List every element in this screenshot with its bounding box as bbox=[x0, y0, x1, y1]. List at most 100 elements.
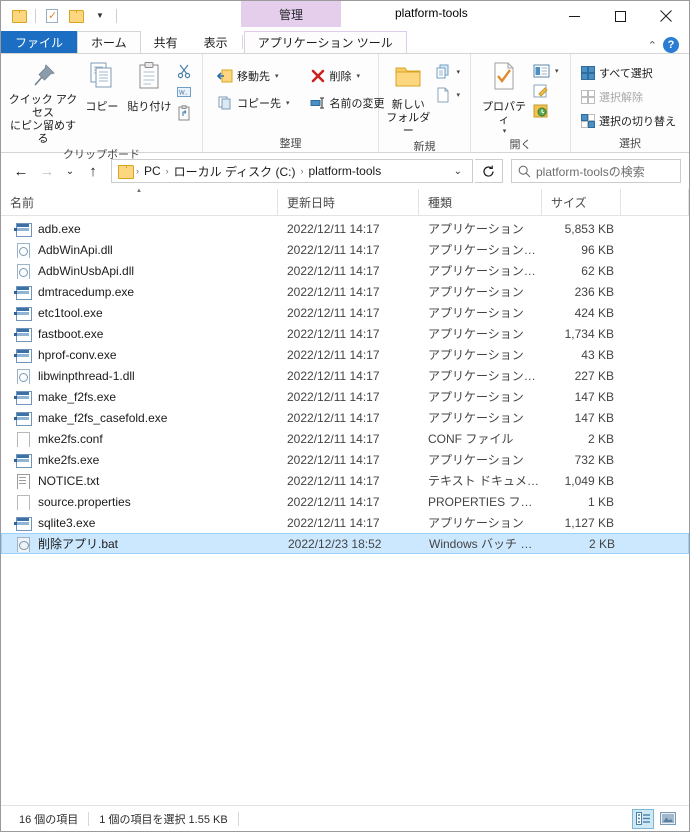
column-header-date[interactable]: 更新日時 bbox=[278, 189, 419, 216]
tab-view[interactable]: 表示 bbox=[191, 31, 241, 53]
open-with-button[interactable]: ▾ bbox=[531, 63, 563, 79]
breadcrumb-item-local-disk[interactable]: ローカル ディスク (C:) bbox=[170, 163, 300, 180]
window-title: platform-tools bbox=[395, 6, 468, 20]
history-button[interactable] bbox=[531, 103, 563, 119]
move-to-caret-icon[interactable]: ▾ bbox=[275, 72, 279, 80]
column-header-type[interactable]: 種類 bbox=[419, 189, 542, 216]
table-row[interactable]: hprof-conv.exe 2022/12/11 14:17 アプリケーション 43… bbox=[1, 344, 689, 365]
pin-to-quick-access-button[interactable]: クイック アクセス にピン留めする bbox=[7, 59, 79, 146]
new-folder-button[interactable]: 新しい フォルダー bbox=[383, 59, 433, 138]
file-name-label: source.properties bbox=[38, 494, 131, 509]
details-view-icon[interactable] bbox=[632, 808, 654, 829]
edit-button[interactable] bbox=[531, 83, 563, 99]
breadcrumb-item-platform-tools[interactable]: platform-tools bbox=[305, 164, 386, 178]
close-button[interactable] bbox=[643, 1, 689, 31]
table-row[interactable]: mke2fs.conf 2022/12/11 14:17 CONF ファイル 2 KB bbox=[1, 428, 689, 449]
easy-access-caret-icon[interactable]: ▾ bbox=[456, 91, 460, 99]
paste-shortcut-button[interactable] bbox=[174, 104, 196, 122]
large-icons-view-icon[interactable] bbox=[657, 809, 679, 829]
file-size-cell: 62 KB bbox=[581, 263, 614, 278]
qat-new-folder-icon[interactable] bbox=[66, 5, 86, 27]
easy-access-button[interactable]: ▾ bbox=[433, 86, 464, 104]
forward-button[interactable]: → bbox=[35, 159, 59, 183]
file-list[interactable]: adb.exe 2022/12/11 14:17 アプリケーション 5,853 KB A… bbox=[1, 216, 689, 805]
up-button[interactable]: ↑ bbox=[81, 159, 105, 183]
table-row[interactable]: 削除アプリ.bat 2022/12/23 18:52 Windows バッチ ファ.… bbox=[1, 533, 689, 554]
exe-file-icon bbox=[15, 221, 32, 237]
exe-file-icon bbox=[15, 347, 32, 363]
file-name-cell: sqlite3.exe bbox=[1, 515, 278, 531]
copy-to-button[interactable]: コピー先 ▾ bbox=[215, 94, 294, 112]
file-size-cell: 96 KB bbox=[581, 242, 614, 257]
help-icon[interactable]: ? bbox=[663, 37, 679, 53]
rename-button[interactable]: 名前の変更 bbox=[308, 94, 389, 112]
table-row[interactable]: source.properties 2022/12/11 14:17 PROPERT… bbox=[1, 491, 689, 512]
file-date-cell: 2022/12/11 14:17 bbox=[287, 326, 380, 341]
cut-button[interactable] bbox=[174, 62, 196, 80]
maximize-button[interactable] bbox=[597, 1, 643, 31]
tab-application-tools[interactable]: アプリケーション ツール bbox=[243, 31, 407, 53]
table-row[interactable]: mke2fs.exe 2022/12/11 14:17 アプリケーション 732 KB bbox=[1, 449, 689, 470]
invert-selection-button[interactable]: 選択の切り替え bbox=[579, 112, 680, 130]
table-row[interactable]: fastboot.exe 2022/12/11 14:17 アプリケーション 1,73… bbox=[1, 323, 689, 344]
refresh-button[interactable] bbox=[475, 159, 503, 183]
collapse-ribbon-icon[interactable]: ⌃ bbox=[648, 39, 657, 52]
file-size-cell: 424 KB bbox=[574, 305, 614, 320]
search-input[interactable]: platform-toolsの検索 bbox=[511, 159, 681, 183]
minimize-button[interactable] bbox=[551, 1, 597, 31]
file-type-cell: アプリケーション bbox=[428, 453, 524, 467]
copy-button[interactable]: コピー bbox=[79, 59, 125, 114]
select-all-button[interactable]: すべて選択 bbox=[579, 64, 680, 82]
table-row[interactable]: dmtracedump.exe 2022/12/11 14:17 アプリケーション 2… bbox=[1, 281, 689, 302]
copy-to-caret-icon[interactable]: ▾ bbox=[286, 99, 290, 107]
file-name-cell: make_f2fs.exe bbox=[1, 389, 278, 405]
breadcrumb-item-pc[interactable]: PC bbox=[140, 164, 165, 178]
back-button[interactable]: ← bbox=[9, 159, 33, 183]
table-row[interactable]: adb.exe 2022/12/11 14:17 アプリケーション 5,853 KB bbox=[1, 218, 689, 239]
tab-share[interactable]: 共有 bbox=[141, 31, 191, 53]
file-type-cell: アプリケーション bbox=[428, 285, 524, 299]
breadcrumb[interactable]: › PC › ローカル ディスク (C:) › platform-tools ⌄ bbox=[111, 159, 473, 183]
exe-file-icon bbox=[15, 326, 32, 342]
qat-document-icon[interactable] bbox=[42, 5, 62, 27]
breadcrumb-dropdown-icon[interactable]: ⌄ bbox=[446, 166, 470, 177]
move-to-button[interactable]: 移動先 ▾ bbox=[215, 67, 294, 85]
open-with-icon bbox=[533, 64, 550, 78]
recent-locations-button[interactable]: ⌄ bbox=[61, 159, 79, 183]
tab-home[interactable]: ホーム bbox=[77, 31, 141, 53]
new-item-button[interactable]: ▾ bbox=[433, 63, 464, 81]
file-type-cell: PROPERTIES ファイル bbox=[428, 495, 542, 509]
open-with-caret-icon[interactable]: ▾ bbox=[555, 67, 559, 75]
qat-customize-caret-icon[interactable]: ▼ bbox=[90, 5, 110, 27]
properties-button[interactable]: プロパティ ▾ bbox=[477, 59, 531, 135]
tab-file[interactable]: ファイル bbox=[1, 31, 78, 53]
select-none-button[interactable]: 選択解除 bbox=[579, 88, 680, 106]
new-item-caret-icon[interactable]: ▾ bbox=[456, 68, 460, 76]
move-to-icon bbox=[217, 69, 233, 83]
file-name-label: 削除アプリ.bat bbox=[38, 537, 119, 551]
delete-button[interactable]: 削除 ▾ bbox=[308, 67, 389, 85]
file-name-cell: 削除アプリ.bat bbox=[2, 535, 279, 552]
file-type-cell: アプリケーション bbox=[428, 327, 524, 341]
column-header-name[interactable]: 名前 bbox=[1, 189, 278, 216]
column-header-size[interactable]: サイズ bbox=[542, 189, 621, 216]
scissors-icon bbox=[177, 64, 191, 79]
edit-icon bbox=[533, 84, 548, 98]
delete-caret-icon[interactable]: ▾ bbox=[357, 72, 361, 80]
table-row[interactable]: sqlite3.exe 2022/12/11 14:17 アプリケーション 1,127… bbox=[1, 512, 689, 533]
table-row[interactable]: make_f2fs.exe 2022/12/11 14:17 アプリケーション 147… bbox=[1, 386, 689, 407]
group-label-clipboard: クリップボード bbox=[63, 149, 140, 161]
table-row[interactable]: NOTICE.txt 2022/12/11 14:17 テキスト ドキュメント 1,0… bbox=[1, 470, 689, 491]
file-date-cell: 2022/12/23 18:52 bbox=[288, 536, 382, 551]
table-row[interactable]: etc1tool.exe 2022/12/11 14:17 アプリケーション 424 … bbox=[1, 302, 689, 323]
table-row[interactable]: libwinpthread-1.dll 2022/12/11 14:17 アプリケー… bbox=[1, 365, 689, 386]
table-row[interactable]: AdbWinUsbApi.dll 2022/12/11 14:17 アプリケーション… bbox=[1, 260, 689, 281]
copy-path-button[interactable]: W.. bbox=[174, 83, 196, 101]
file-name-cell: make_f2fs_casefold.exe bbox=[1, 410, 278, 426]
properties-caret-icon[interactable]: ▾ bbox=[503, 127, 507, 135]
table-row[interactable]: make_f2fs_casefold.exe 2022/12/11 14:17 アプ… bbox=[1, 407, 689, 428]
paste-button[interactable]: 貼り付け bbox=[125, 59, 174, 114]
file-type-cell: アプリケーション bbox=[428, 306, 524, 320]
qat-properties-icon[interactable] bbox=[9, 5, 29, 27]
table-row[interactable]: AdbWinApi.dll 2022/12/11 14:17 アプリケーション拡張 9… bbox=[1, 239, 689, 260]
